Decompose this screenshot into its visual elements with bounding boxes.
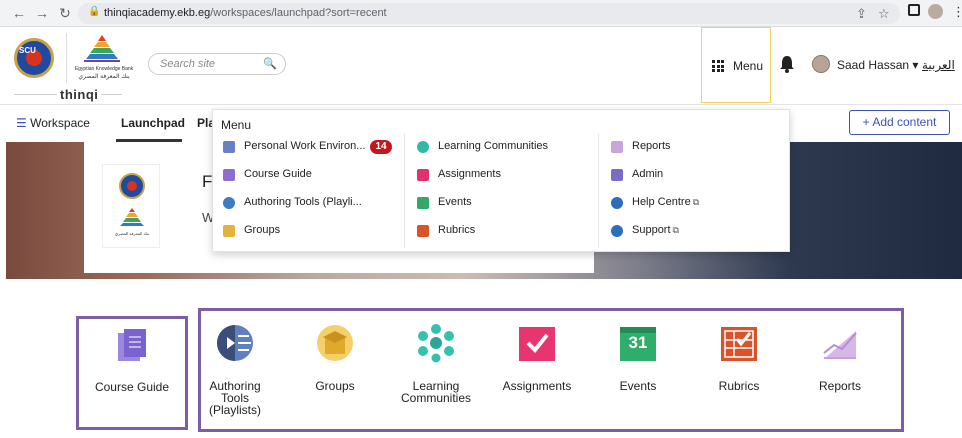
tile-label: Course Guide <box>94 380 170 394</box>
menu-item-label: Learning Communities <box>438 140 549 152</box>
add-content-label: Add content <box>872 115 937 129</box>
calendar-icon <box>417 197 429 209</box>
tile-label: Reports <box>818 379 862 393</box>
learning-communities-icon <box>418 324 454 363</box>
column-divider <box>404 134 405 248</box>
user-name: Saad Hassan <box>837 58 910 72</box>
external-link-icon: ⧉ <box>672 225 679 235</box>
ekb-name-ar: بنك المعرفة المصري <box>78 74 130 80</box>
authoring-tools-icon <box>217 325 253 361</box>
url-text: thinqiacademy.ekb.eg/workspaces/launchpa… <box>104 7 387 19</box>
browser-toolbar: ← → ↻ 🔒 thinqiacademy.ekb.eg/workspaces/… <box>0 0 962 27</box>
institution-logo: بنك المعرفة المصري <box>102 164 160 248</box>
bell-icon[interactable] <box>779 54 795 74</box>
back-icon[interactable]: ← <box>10 4 28 22</box>
site-header: SCU Egyptian Knowledge Bank بنك المعرفة … <box>0 27 962 105</box>
tile-label: Rubrics <box>718 379 760 393</box>
sidebar-icon[interactable] <box>908 4 920 16</box>
tile-label: Learning Communities <box>386 380 486 404</box>
rubrics-icon <box>417 225 429 237</box>
workspace-label: Workspace <box>30 116 90 130</box>
menu-item-label: Reports <box>632 140 671 152</box>
menu-item-label: Personal Work Environ... <box>244 140 366 152</box>
star-icon[interactable]: ☆ <box>878 5 890 22</box>
share-icon[interactable]: ⇪ <box>856 5 867 22</box>
groups-icon <box>317 325 353 361</box>
menu-item-label: Authoring Tools (Playli... <box>244 196 362 208</box>
language-switch-link[interactable]: العربية <box>922 58 955 72</box>
assignments-icon <box>417 169 429 181</box>
menu-item-label: Course Guide <box>244 168 312 180</box>
kebab-menu-icon[interactable]: ⋮ <box>952 3 962 20</box>
scu-logo-text: SCU <box>19 46 36 55</box>
assignments-icon <box>519 327 555 361</box>
menu-item-label: Help Centre <box>632 196 691 208</box>
reload-icon[interactable]: ↻ <box>56 4 74 22</box>
groups-icon <box>223 225 235 237</box>
launchpad-tiles-highlight: Authoring Tools (Playlists) Groups Learnin… <box>198 308 904 432</box>
thinqi-brand: thinqi <box>57 87 102 102</box>
user-menu[interactable]: Saad Hassan ▾ <box>837 58 918 72</box>
list-icon: ☰ <box>16 116 27 130</box>
book-icon <box>223 169 235 181</box>
address-bar[interactable]: 🔒 thinqiacademy.ekb.eg/workspaces/launch… <box>78 3 900 24</box>
profile-icon[interactable] <box>928 4 943 19</box>
tile-label: Groups <box>315 379 355 393</box>
search-icon[interactable]: 🔍 <box>263 57 277 70</box>
dropdown-title: Menu <box>221 118 252 132</box>
menu-button[interactable]: Menu <box>701 27 771 103</box>
tile-label-line: Communities <box>400 391 472 405</box>
search-placeholder: Search site <box>160 58 216 70</box>
course-guide-highlight: Course Guide <box>76 316 188 430</box>
caret-down-icon: ▾ <box>912 58 919 72</box>
tile-label: Authoring Tools (Playlists) <box>185 380 285 416</box>
url-path: /workspaces/launchpad?sort=recent <box>210 7 387 19</box>
menu-item-label: Events <box>438 196 472 208</box>
menu-item-label: Support <box>632 224 671 236</box>
tab-launchpad[interactable]: Launchpad <box>121 116 185 130</box>
external-link-icon: ⧉ <box>692 197 700 207</box>
grid-icon <box>712 60 724 72</box>
forward-icon[interactable]: → <box>33 4 51 22</box>
scu-logo <box>14 38 54 78</box>
search-input[interactable]: Search site 🔍 <box>148 53 286 75</box>
rubrics-icon <box>721 327 757 361</box>
menu-item-label: Assignments <box>438 168 501 180</box>
plus-icon: + <box>862 115 870 129</box>
lock-icon: 🔒 <box>88 6 101 17</box>
main-menu-dropdown: Menu Personal Work Environ... 14 Course G… <box>212 109 790 252</box>
help-icon <box>611 197 623 209</box>
calendar-day-number: 31 <box>628 333 648 352</box>
menu-item-label: Rubrics <box>438 224 476 236</box>
communities-icon <box>417 141 429 153</box>
reports-icon <box>611 141 623 153</box>
menu-label: Menu <box>733 59 764 73</box>
avatar[interactable] <box>812 55 830 73</box>
workspace-icon <box>223 141 235 153</box>
authoring-icon <box>223 197 235 209</box>
ekb-name-en: Egyptian Knowledge Bank <box>74 66 134 72</box>
admin-icon <box>611 169 623 181</box>
scu-badge-icon <box>119 173 145 199</box>
tile-label: Assignments <box>502 379 572 393</box>
tile-label-line: (Playlists) <box>208 403 261 417</box>
workspace-link[interactable]: ☰ Workspace <box>16 116 90 130</box>
add-content-button[interactable]: + Add content <box>849 110 950 135</box>
card-ekb-text: بنك المعرفة المصري <box>114 231 150 236</box>
menu-item-label: Admin <box>632 168 664 180</box>
header-divider <box>66 33 67 83</box>
column-divider <box>598 134 599 248</box>
tile-label: Events <box>619 379 657 393</box>
ekb-pyramid-icon <box>120 208 144 226</box>
notification-badge: 14 <box>370 140 392 154</box>
ekb-logo-icon <box>84 35 120 62</box>
support-icon <box>611 225 623 237</box>
course-guide-icon <box>118 329 146 361</box>
url-host: thinqiacademy.ekb.eg <box>104 7 211 19</box>
menu-item-label: Groups <box>244 224 281 236</box>
reports-icon <box>823 331 857 359</box>
